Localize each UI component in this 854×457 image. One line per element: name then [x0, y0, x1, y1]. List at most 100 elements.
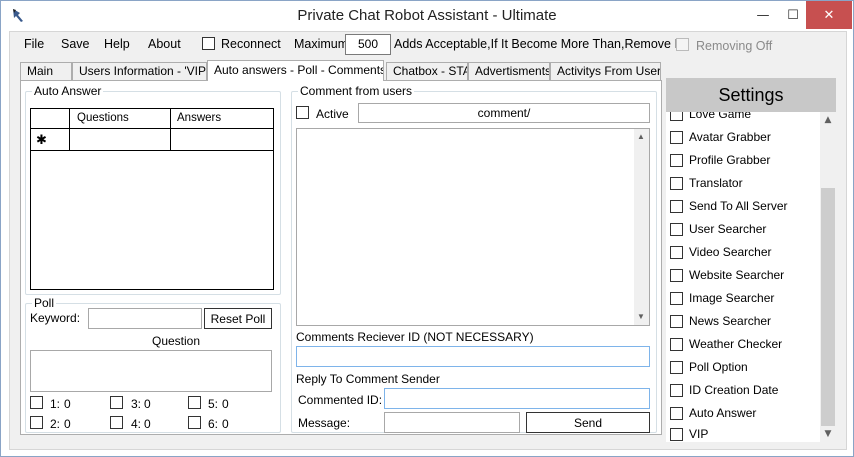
weather-checker-checkbox[interactable]	[670, 337, 683, 351]
settings-item-send-to-all-server[interactable]: Send To All Server	[670, 198, 788, 214]
settings-scrollbar[interactable]: ▲ ▼	[820, 112, 836, 442]
settings-scroll-down-icon[interactable]: ▼	[820, 426, 836, 442]
send-to-all-server-label: Send To All Server	[689, 199, 788, 213]
reconnect-label: Reconnect	[221, 37, 281, 51]
translator-checkbox[interactable]	[670, 176, 683, 190]
website-searcher-label: Website Searcher	[689, 268, 785, 282]
settings-item-auto-answer[interactable]: Auto Answer	[670, 405, 756, 421]
id-creation-date-label: ID Creation Date	[689, 383, 779, 397]
user-searcher-checkbox[interactable]	[670, 222, 683, 236]
maximum-input[interactable]: 500	[345, 34, 391, 55]
settings-item-avatar-grabber[interactable]: Avatar Grabber	[670, 129, 771, 145]
settings-scroll-up-icon[interactable]: ▲	[820, 112, 836, 128]
id-creation-date-checkbox[interactable]	[670, 383, 683, 397]
settings-item-news-searcher[interactable]: News Searcher	[670, 313, 771, 329]
tab-chatbox[interactable]: Chatbox - STA	[386, 62, 468, 80]
settings-item-love-game[interactable]: Love Game	[670, 112, 751, 122]
command-input[interactable]: comment/	[358, 103, 650, 123]
settings-item-id-creation-date[interactable]: ID Creation Date	[670, 382, 778, 398]
poll-option-3-label: 3:	[131, 397, 142, 411]
poll-option-checkbox[interactable]	[670, 360, 683, 374]
send-button[interactable]: Send	[526, 412, 650, 433]
profile-grabber-checkbox[interactable]	[670, 153, 683, 167]
menu-bar: File Save Help About Reconnect Maximum 5…	[10, 32, 846, 58]
user-searcher-label: User Searcher	[689, 222, 767, 236]
website-searcher-checkbox[interactable]	[670, 268, 683, 282]
poll-option-label: Poll Option	[689, 360, 748, 374]
new-row-marker-icon: ✱	[36, 132, 47, 147]
receiver-input[interactable]	[296, 346, 650, 367]
column-questions[interactable]: Questions	[77, 112, 129, 124]
keyword-input[interactable]	[88, 308, 202, 329]
settings-item-website-searcher[interactable]: Website Searcher	[670, 267, 784, 283]
auto-answer-checkbox[interactable]	[670, 406, 683, 420]
tab-main[interactable]: Main	[20, 62, 72, 80]
app-window: Private Chat Robot Assistant - Ultimate …	[0, 0, 854, 457]
menu-file[interactable]: File	[24, 37, 44, 51]
settings-item-vip[interactable]: VIP	[670, 426, 708, 442]
translator-label: Translator	[689, 176, 743, 190]
menu-help[interactable]: Help	[104, 37, 130, 51]
settings-item-weather-checker[interactable]: Weather Checker	[670, 336, 782, 352]
minimize-button[interactable]: —	[748, 1, 778, 29]
tab-auto-answers[interactable]: Auto answers - Poll - Comments	[207, 60, 384, 81]
tab-users-information[interactable]: Users Information - 'VIP'	[72, 62, 207, 80]
maximize-button[interactable]: ☐	[778, 1, 808, 29]
active-checkbox[interactable]	[296, 106, 309, 119]
commented-id-input[interactable]	[384, 388, 650, 409]
poll-option-1-count: 0	[64, 397, 71, 411]
reset-poll-button[interactable]: Reset Poll	[204, 308, 272, 329]
vip-checkbox[interactable]	[670, 427, 683, 441]
message-input[interactable]	[384, 412, 520, 433]
commented-id-label: Commented ID:	[298, 393, 383, 407]
settings-list: Love Game Avatar Grabber Profile Grabber…	[666, 112, 820, 442]
poll-option-2-count: 0	[64, 417, 71, 431]
video-searcher-checkbox[interactable]	[670, 245, 683, 259]
comments-scrollbar[interactable]: ▲ ▼	[634, 129, 649, 325]
tab-activitys[interactable]: Activitys From Users	[550, 62, 661, 80]
send-to-all-server-checkbox[interactable]	[670, 199, 683, 213]
receiver-label: Comments Reciever ID (NOT NECESSARY)	[296, 330, 534, 344]
poll-option-3-checkbox[interactable]	[110, 396, 123, 409]
avatar-grabber-checkbox[interactable]	[670, 130, 683, 144]
settings-item-user-searcher[interactable]: User Searcher	[670, 221, 766, 237]
poll-option-4-count: 0	[144, 417, 151, 431]
poll-option-6-checkbox[interactable]	[188, 416, 201, 429]
tab-advertisments[interactable]: Advertisments	[468, 62, 550, 80]
poll-option-4-checkbox[interactable]	[110, 416, 123, 429]
poll-option-6-count: 0	[222, 417, 229, 431]
video-searcher-label: Video Searcher	[689, 245, 772, 259]
close-button[interactable]: ✕	[806, 1, 852, 29]
settings-scroll-thumb[interactable]	[821, 188, 835, 426]
adds-text: Adds Acceptable,If It Become More Than,R…	[394, 37, 685, 51]
scroll-down-icon[interactable]: ▼	[633, 309, 649, 325]
removing-off-checkbox[interactable]	[676, 38, 689, 51]
poll-option-4-label: 4:	[131, 417, 142, 431]
menu-save[interactable]: Save	[61, 37, 90, 51]
question-label: Question	[152, 334, 201, 348]
settings-item-video-searcher[interactable]: Video Searcher	[670, 244, 772, 260]
window-title: Private Chat Robot Assistant - Ultimate	[297, 7, 557, 24]
poll-option-1-checkbox[interactable]	[30, 396, 43, 409]
reply-label: Reply To Comment Sender	[296, 372, 440, 386]
settings-item-image-searcher[interactable]: Image Searcher	[670, 290, 774, 306]
auto-answer-grid[interactable]: Questions Answers ✱	[30, 108, 274, 290]
love-game-label: Love Game	[689, 112, 752, 121]
new-row[interactable]: ✱	[31, 129, 273, 151]
grid-header: Questions Answers	[31, 109, 273, 129]
comments-textarea[interactable]: ▲ ▼	[296, 128, 650, 326]
news-searcher-checkbox[interactable]	[670, 314, 683, 328]
poll-option-5-checkbox[interactable]	[188, 396, 201, 409]
reconnect-checkbox[interactable]	[202, 37, 215, 50]
scroll-up-icon[interactable]: ▲	[633, 129, 649, 145]
question-input[interactable]	[30, 350, 272, 392]
settings-item-poll-option[interactable]: Poll Option	[670, 359, 748, 375]
love-game-checkbox[interactable]	[670, 112, 683, 121]
menu-about[interactable]: About	[148, 37, 181, 51]
poll-option-2-checkbox[interactable]	[30, 416, 43, 429]
settings-item-translator[interactable]: Translator	[670, 175, 743, 191]
profile-grabber-label: Profile Grabber	[689, 153, 771, 167]
settings-item-profile-grabber[interactable]: Profile Grabber	[670, 152, 770, 168]
image-searcher-checkbox[interactable]	[670, 291, 683, 305]
column-answers[interactable]: Answers	[177, 112, 221, 124]
